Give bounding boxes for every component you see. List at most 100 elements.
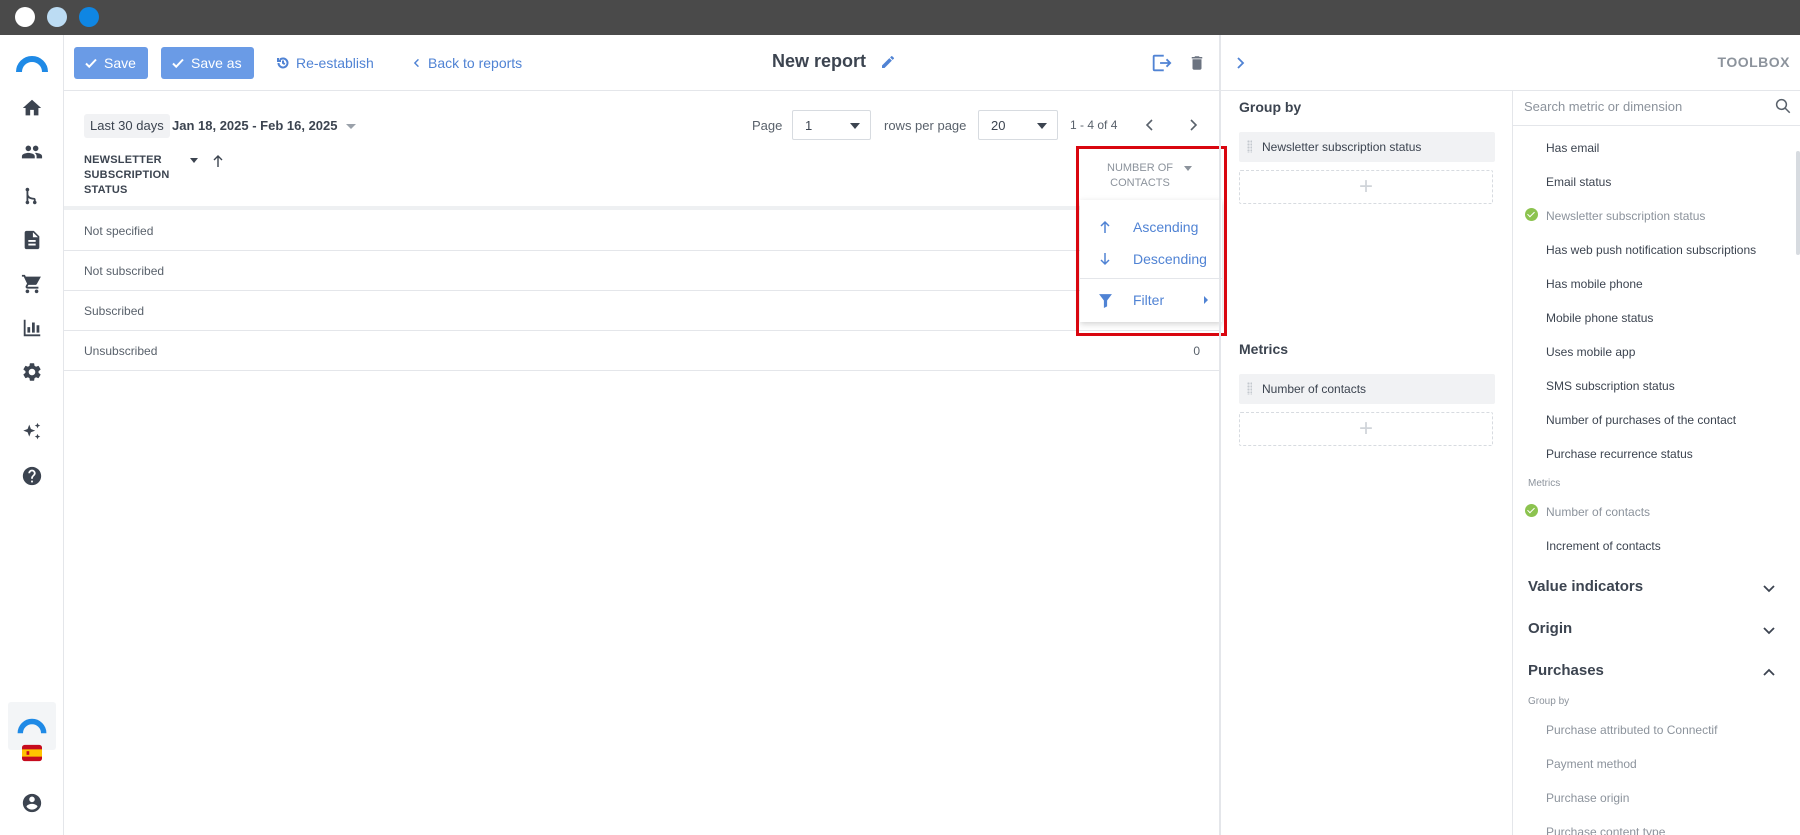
chevron-down-icon[interactable] [1762,623,1776,637]
highlight-box [1076,146,1227,336]
workflows-icon[interactable] [20,184,44,208]
trash-icon[interactable] [1188,52,1206,74]
search-icon[interactable] [1774,97,1792,115]
group-by-pill[interactable]: Newsletter subscription status [1239,132,1495,162]
table-row[interactable]: Not subscribed [64,251,1220,291]
column-header-subscription-status[interactable]: NEWSLETTER SUBSCRIPTION STATUS [84,153,174,198]
group-by-title: Group by [1239,99,1302,115]
save-button-label: Save [104,55,136,71]
toolbox-search-input[interactable]: Search metric or dimension [1524,99,1754,114]
table-header: NEWSLETTER SUBSCRIPTION STATUS NUMBER OF… [64,150,1220,208]
window-minimize-button[interactable] [47,7,67,27]
cart-icon[interactable] [20,272,44,296]
selected-check-icon [1525,504,1538,517]
ai-sparkles-icon[interactable] [20,420,44,444]
rows-per-page-select[interactable]: 20 [978,110,1058,140]
window-close-button[interactable] [15,7,35,27]
date-range-selector[interactable]: Jan 18, 2025 - Feb 16, 2025 [172,118,356,133]
help-icon[interactable] [20,464,44,488]
main-sidebar [0,35,64,835]
report-toolbar: Save Save as Re-establish Back to report… [64,35,1220,91]
dimension-item[interactable]: Has mobile phone [1546,277,1643,291]
purchase-dimension-item[interactable]: Purchase origin [1546,791,1629,805]
toolbox-scrollbar[interactable] [1796,151,1800,255]
next-page-icon[interactable] [1186,118,1200,132]
page-select[interactable]: 1 [792,110,871,140]
table-row[interactable]: Unsubscribed 0 [64,331,1220,371]
window-titlebar [0,0,1800,35]
selected-check-icon [1525,208,1538,221]
history-icon [277,57,289,69]
rows-per-page-label: rows per page [884,118,967,133]
drag-handle-icon[interactable] [1247,140,1252,153]
chevron-left-icon [413,58,419,68]
row-label: Subscribed [84,304,145,318]
column-menu-caret-icon[interactable] [190,158,198,163]
search-underline [1513,125,1800,126]
dimension-item[interactable]: Has email [1546,141,1599,155]
group-by-dropzone[interactable]: + [1239,170,1493,204]
dimension-item[interactable]: Uses mobile app [1546,345,1635,359]
table-row[interactable]: Not specified [64,211,1220,251]
app-logo-icon[interactable] [16,52,48,76]
report-configuration-column: Group by Newsletter subscription status … [1221,91,1512,835]
dropdown-arrow-icon [850,123,860,129]
reports-icon[interactable] [20,316,44,340]
dimension-item[interactable]: Purchase recurrence status [1546,447,1693,461]
save-button[interactable]: Save [74,47,148,79]
metric-item[interactable]: Number of contacts [1546,505,1650,519]
section-value-indicators[interactable]: Value indicators [1528,578,1643,595]
dimension-item[interactable]: Has web push notification subscriptions [1546,243,1756,257]
dimension-item[interactable]: Mobile phone status [1546,311,1653,325]
purchase-dimension-item[interactable]: Purchase content type [1546,825,1665,835]
metrics-sublabel: Metrics [1528,478,1561,489]
row-label: Unsubscribed [84,344,158,358]
pencil-icon[interactable] [880,54,896,70]
date-range-text: Jan 18, 2025 - Feb 16, 2025 [172,118,338,133]
metrics-dropzone[interactable]: + [1239,412,1493,446]
chevron-down-icon[interactable] [1762,581,1776,595]
row-label: Not specified [84,224,154,238]
content-icon[interactable] [20,228,44,252]
back-to-reports-label: Back to reports [428,55,523,71]
section-origin[interactable]: Origin [1528,620,1572,637]
settings-gear-icon[interactable] [20,360,44,384]
report-title: New report [772,51,867,71]
dimension-item[interactable]: Number of purchases of the contact [1546,413,1736,427]
save-as-button[interactable]: Save as [161,47,254,79]
metric-pill[interactable]: Number of contacts [1239,374,1495,404]
metric-pill-label: Number of contacts [1262,382,1367,396]
table-row[interactable]: Subscribed [64,291,1220,331]
check-icon [172,58,184,69]
section-purchases[interactable]: Purchases [1528,662,1604,679]
rows-per-page-value: 20 [991,118,1006,133]
window-maximize-button[interactable] [79,7,99,27]
metrics-title: Metrics [1239,341,1289,357]
sort-ascending-icon[interactable] [212,154,224,168]
back-to-reports-link[interactable]: Back to reports [412,47,522,79]
period-chip[interactable]: Last 30 days [84,114,170,138]
dimension-item[interactable]: SMS subscription status [1546,379,1675,393]
home-icon[interactable] [20,96,44,120]
reestablish-button[interactable]: Re-establish [276,47,374,79]
purchase-dimension-item[interactable]: Payment method [1546,757,1637,771]
drag-handle-icon[interactable] [1247,382,1252,395]
dimension-item[interactable]: Newsletter subscription status [1546,209,1705,223]
plus-icon: + [1358,173,1373,200]
language-flag-icon[interactable] [20,741,44,765]
user-profile-icon[interactable] [20,791,44,815]
previous-page-icon[interactable] [1143,118,1157,132]
chevron-up-icon[interactable] [1762,665,1776,679]
check-icon [85,58,97,69]
row-value: 0 [1193,344,1200,358]
toolbox-column: Search metric or dimension Has email Ema… [1512,91,1800,835]
header-divider [64,206,1220,210]
contacts-icon[interactable] [20,140,44,164]
purchase-dimension-item[interactable]: Purchase attributed to Connectif [1546,723,1717,737]
export-icon[interactable] [1150,52,1172,74]
collapse-panel-chevron-icon[interactable] [1235,56,1247,70]
chevron-down-icon [345,124,356,130]
page-select-value: 1 [805,118,813,133]
dimension-item[interactable]: Email status [1546,175,1611,189]
metric-item[interactable]: Increment of contacts [1546,539,1661,553]
